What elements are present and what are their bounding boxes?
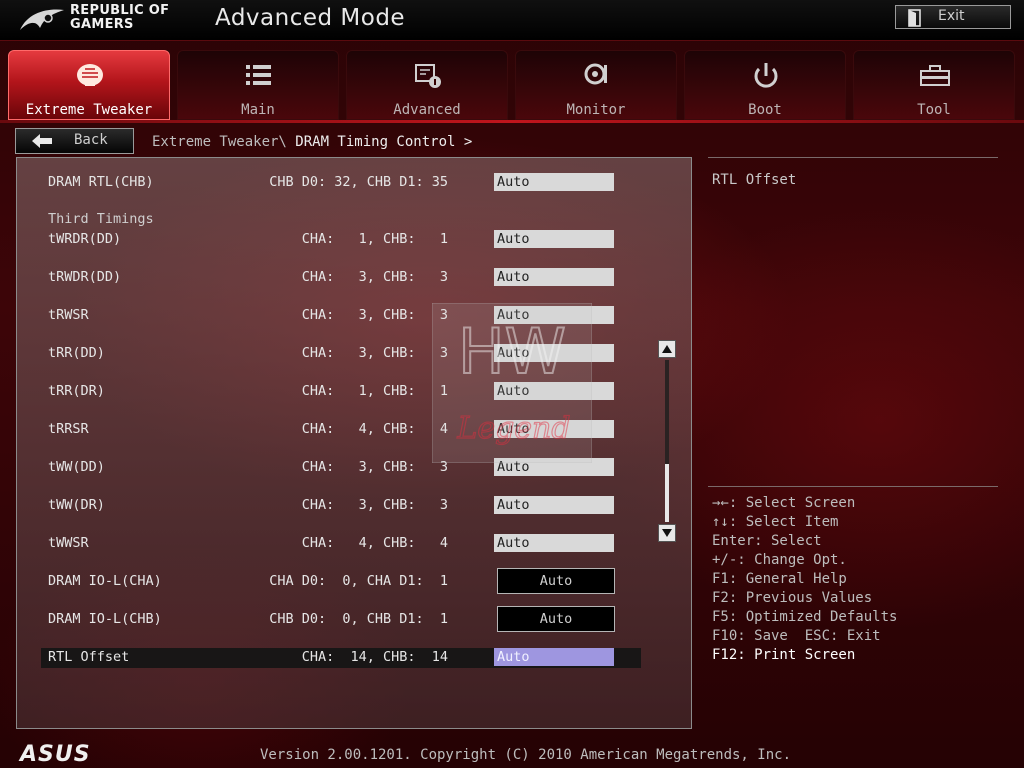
setting-value: CHA: 1, CHB: 1 xyxy=(301,383,448,399)
scroll-up-button[interactable] xyxy=(658,340,676,358)
setting-value: CHA: 1, CHB: 1 xyxy=(301,231,448,247)
key-hint: F10: Save ESC: Exit xyxy=(712,628,881,644)
exit-label: Exit xyxy=(938,8,965,24)
setting-value: CHA: 3, CHB: 3 xyxy=(301,307,448,323)
key-hint: ↑↓: Select Item xyxy=(712,514,839,530)
brand-line-2: GAMERS xyxy=(70,17,134,32)
setting-value: CHA: 14, CHB: 14 xyxy=(301,649,448,665)
setting-row-trwdr-dd[interactable]: tRWDR(DD) CHA: 3, CHB: 3 Auto xyxy=(41,268,641,288)
breadcrumb-current: DRAM Timing Control > xyxy=(286,134,473,150)
key-hint: F5: Optimized Defaults xyxy=(712,609,898,625)
setting-value: CHB D0: 32, CHB D1: 35 xyxy=(269,174,448,190)
tab-underline xyxy=(0,120,1024,123)
settings-panel: Third Timings DRAM RTL(CHB) CHB D0: 32, … xyxy=(16,157,692,729)
option-select[interactable]: Auto xyxy=(494,496,614,514)
section-title: Third Timings xyxy=(48,211,154,227)
back-button[interactable]: Back xyxy=(15,128,134,154)
setting-row-tww-dr[interactable]: tWW(DR) CHA: 3, CHB: 3 Auto xyxy=(41,496,641,516)
option-select[interactable]: Auto xyxy=(494,173,614,191)
triangle-up-icon xyxy=(662,345,672,353)
option-button[interactable]: Auto xyxy=(497,568,615,594)
setting-row-dram-io-l-cha[interactable]: DRAM IO-L(CHA) CHA D0: 0, CHA D1: 1 Auto xyxy=(41,568,641,594)
option-select[interactable]: Auto xyxy=(494,230,614,248)
tab-tool[interactable]: Tool xyxy=(853,50,1015,120)
option-select-highlighted[interactable]: Auto xyxy=(494,648,614,666)
tab-label: Advanced xyxy=(393,102,461,118)
setting-value: CHA D0: 0, CHA D1: 1 xyxy=(269,573,448,589)
setting-row-dram-rtl-chb[interactable]: DRAM RTL(CHB) CHB D0: 32, CHB D1: 35 Aut… xyxy=(41,173,641,193)
help-divider-bottom xyxy=(708,486,998,487)
tweaker-icon xyxy=(77,64,103,86)
watermark-top-text: HW xyxy=(458,315,566,388)
key-hint: +/-: Change Opt. xyxy=(712,552,847,568)
hw-legend-watermark: HW Legend xyxy=(432,303,592,463)
tab-monitor[interactable]: Monitor xyxy=(515,50,677,120)
key-hint: F1: General Help xyxy=(712,571,847,587)
tab-advanced[interactable]: Advanced xyxy=(346,50,508,120)
setting-value: CHB D0: 0, CHB D1: 1 xyxy=(269,611,448,627)
tab-label: Monitor xyxy=(566,102,626,118)
setting-value: CHA: 4, CHB: 4 xyxy=(301,421,448,437)
tab-label: Tool xyxy=(917,102,951,118)
setting-value: CHA: 4, CHB: 4 xyxy=(301,535,448,551)
header-bar: REPUBLIC OF GAMERS Advanced Mode Exit xyxy=(0,0,1024,41)
setting-row-twwsr[interactable]: tWWSR CHA: 4, CHB: 4 Auto xyxy=(41,534,641,554)
tab-label: Boot xyxy=(748,102,782,118)
triangle-down-icon xyxy=(662,529,672,537)
scroll-down-button[interactable] xyxy=(658,524,676,542)
watermark-script-text: Legend xyxy=(456,411,570,446)
setting-row-dram-io-l-chb[interactable]: DRAM IO-L(CHB) CHB D0: 0, CHB D1: 1 Auto xyxy=(41,606,641,632)
key-hint: Enter: Select xyxy=(712,533,822,549)
breadcrumb-parent[interactable]: Extreme Tweaker\ xyxy=(152,134,287,150)
brand-text: REPUBLIC OF GAMERS xyxy=(70,4,169,32)
tab-label: Extreme Tweaker xyxy=(25,102,153,118)
monitor-icon xyxy=(584,63,607,85)
key-hint-print-screen: F12: Print Screen xyxy=(712,647,856,663)
tab-label: Main xyxy=(241,102,275,118)
rog-logo-icon xyxy=(20,9,64,30)
key-legend: →←: Select Screen ↑↓: Select Item Enter:… xyxy=(712,494,897,665)
setting-row-rtl-offset[interactable]: RTL Offset CHA: 14, CHB: 14 Auto xyxy=(41,648,641,668)
breadcrumb: Extreme Tweaker\ DRAM Timing Control > xyxy=(152,134,472,150)
asus-logo-icon: ASUS xyxy=(18,742,91,764)
svg-text:ASUS: ASUS xyxy=(18,742,91,764)
option-select[interactable]: Auto xyxy=(494,534,614,552)
help-divider-top xyxy=(708,157,998,158)
power-icon xyxy=(754,63,778,88)
brand-line-1: REPUBLIC OF xyxy=(70,3,170,18)
page-title: Advanced Mode xyxy=(215,5,406,31)
scrollbar-thumb[interactable] xyxy=(665,464,669,522)
setting-value: CHA: 3, CHB: 3 xyxy=(301,345,448,361)
setting-value: CHA: 3, CHB: 3 xyxy=(301,459,448,475)
toolbox-icon xyxy=(920,65,950,86)
advanced-icon xyxy=(415,64,441,88)
tab-main[interactable]: Main xyxy=(177,50,339,120)
exit-door-icon xyxy=(908,9,921,27)
help-description: RTL Offset xyxy=(712,172,797,188)
key-hint: F2: Previous Values xyxy=(712,590,873,606)
setting-value: CHA: 3, CHB: 3 xyxy=(301,497,448,513)
key-hint: →←: Select Screen xyxy=(712,495,856,511)
option-button[interactable]: Auto xyxy=(497,606,615,632)
version-text: Version 2.00.1201. Copyright (C) 2010 Am… xyxy=(260,747,792,763)
back-label: Back xyxy=(74,132,108,148)
option-select[interactable]: Auto xyxy=(494,268,614,286)
list-icon xyxy=(246,65,271,85)
tab-boot[interactable]: Boot xyxy=(684,50,846,120)
tab-extreme-tweaker[interactable]: Extreme Tweaker xyxy=(8,50,170,120)
setting-row-twrdr-dd[interactable]: tWRDR(DD) CHA: 1, CHB: 1 Auto xyxy=(41,230,641,250)
setting-value: CHA: 3, CHB: 3 xyxy=(301,269,448,285)
back-arrow-icon xyxy=(32,134,52,148)
exit-button[interactable]: Exit xyxy=(895,5,1011,29)
